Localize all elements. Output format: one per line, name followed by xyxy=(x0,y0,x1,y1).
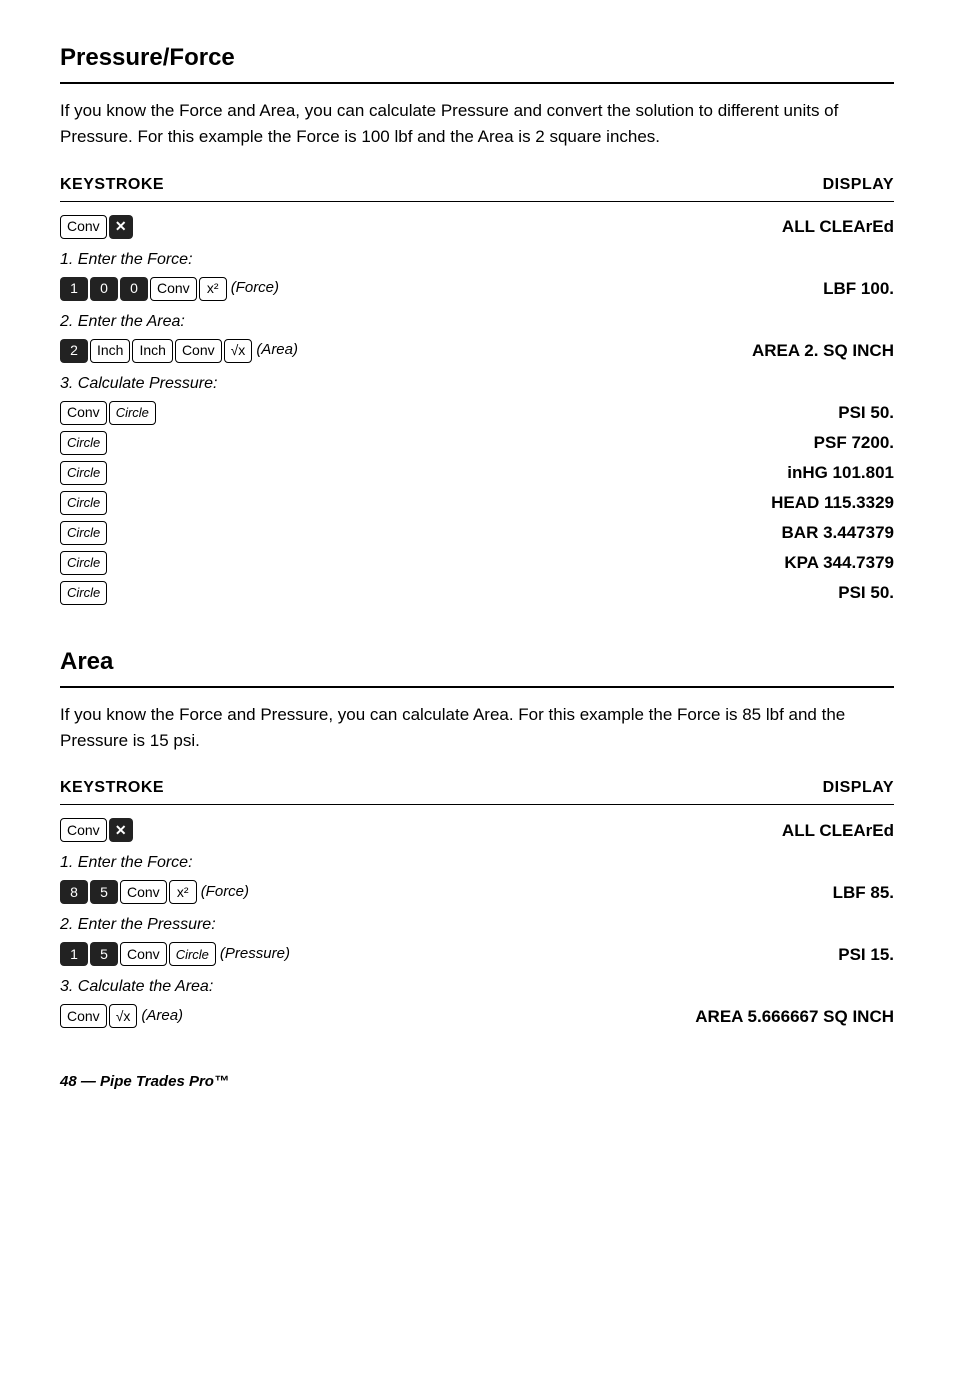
table-row: Circle KPA 344.7379 xyxy=(60,548,894,578)
circle-key[interactable]: Circle xyxy=(60,521,107,545)
keystroke-col: Conv ✕ xyxy=(60,215,644,239)
force-label: (Force) xyxy=(201,881,249,904)
table-row: 2 Inch Inch Conv √x (Area) AREA 2. SQ IN… xyxy=(60,336,894,366)
table-row: Circle HEAD 115.3329 xyxy=(60,488,894,518)
section-area: Area If you know the Force and Pressure,… xyxy=(60,644,894,1032)
table-row: Circle BAR 3.447379 xyxy=(60,518,894,548)
section2-description: If you know the Force and Pressure, you … xyxy=(60,702,894,755)
display-header-2: DISPLAY xyxy=(823,776,894,800)
area-label: (Area) xyxy=(256,339,298,362)
x2-key[interactable]: x² xyxy=(199,277,227,301)
keystroke-col: Circle xyxy=(60,461,644,485)
x-key[interactable]: ✕ xyxy=(109,818,133,842)
section2-table-header: KEYSTROKE DISPLAY xyxy=(60,776,894,805)
circle-key[interactable]: Circle xyxy=(60,581,107,605)
table-row: 1 0 0 Conv x² (Force) LBF 100. xyxy=(60,274,894,304)
area-label: (Area) xyxy=(141,1005,183,1028)
keystroke-header-2: KEYSTROKE xyxy=(60,776,164,800)
step3-label: 3. Calculate Pressure: xyxy=(60,372,894,396)
key-0a[interactable]: 0 xyxy=(90,277,118,301)
key-1[interactable]: 1 xyxy=(60,942,88,966)
display-value: LBF 85. xyxy=(644,880,894,906)
display-value: ALL CLEArEd xyxy=(644,818,894,844)
x2-key[interactable]: x² xyxy=(169,880,197,904)
pressure-label: (Pressure) xyxy=(220,943,290,966)
display-value: BAR 3.447379 xyxy=(644,520,894,546)
table-row: 8 5 Conv x² (Force) LBF 85. xyxy=(60,877,894,907)
sqrt-key[interactable]: √x xyxy=(109,1004,138,1028)
conv-key[interactable]: Conv xyxy=(60,1004,107,1028)
keystroke-col: 1 5 Conv Circle (Pressure) xyxy=(60,942,644,966)
display-value: KPA 344.7379 xyxy=(644,550,894,576)
key-5b[interactable]: 5 xyxy=(90,942,118,966)
sqrt-key[interactable]: √x xyxy=(224,339,253,363)
keystroke-col: Conv √x (Area) xyxy=(60,1004,644,1028)
conv-key[interactable]: Conv xyxy=(60,818,107,842)
step1-label-s2: 1. Enter the Force: xyxy=(60,851,894,875)
display-value: PSI 15. xyxy=(644,942,894,968)
step3-label-s2: 3. Calculate the Area: xyxy=(60,975,894,999)
keystroke-col: 2 Inch Inch Conv √x (Area) xyxy=(60,339,644,363)
display-value: PSI 50. xyxy=(644,580,894,606)
display-value: inHG 101.801 xyxy=(644,460,894,486)
section-pressure-force: Pressure/Force If you know the Force and… xyxy=(60,40,894,608)
keystroke-col: 1 0 0 Conv x² (Force) xyxy=(60,277,644,301)
key-5[interactable]: 5 xyxy=(90,880,118,904)
circle-key[interactable]: Circle xyxy=(60,431,107,455)
keystroke-col: Circle xyxy=(60,551,644,575)
footer: 48 — Pipe Trades Pro™ xyxy=(60,1071,894,1094)
table-row: Circle PSI 50. xyxy=(60,578,894,608)
key-1[interactable]: 1 xyxy=(60,277,88,301)
table-row: Conv Circle PSI 50. xyxy=(60,398,894,428)
keystroke-header-1: KEYSTROKE xyxy=(60,173,164,197)
display-header-1: DISPLAY xyxy=(823,173,894,197)
inch-key-a[interactable]: Inch xyxy=(90,339,130,363)
step2-label-s2: 2. Enter the Pressure: xyxy=(60,913,894,937)
section1-table-header: KEYSTROKE DISPLAY xyxy=(60,173,894,202)
table-row: 1 5 Conv Circle (Pressure) PSI 15. xyxy=(60,939,894,969)
display-value: ALL CLEArEd xyxy=(644,214,894,240)
circle-key[interactable]: Circle xyxy=(169,942,216,966)
display-value: PSI 50. xyxy=(644,400,894,426)
footer-text: 48 — Pipe Trades Pro™ xyxy=(60,1073,229,1090)
keystroke-col: Circle xyxy=(60,431,644,455)
conv-key[interactable]: Conv xyxy=(60,401,107,425)
section1-title: Pressure/Force xyxy=(60,40,894,84)
circle-key[interactable]: Circle xyxy=(60,491,107,515)
circle-key[interactable]: Circle xyxy=(109,401,156,425)
table-row: Circle inHG 101.801 xyxy=(60,458,894,488)
display-value: AREA 5.666667 SQ INCH xyxy=(644,1004,894,1030)
inch-key-b[interactable]: Inch xyxy=(132,339,172,363)
circle-key[interactable]: Circle xyxy=(60,551,107,575)
table-row: Conv √x (Area) AREA 5.666667 SQ INCH xyxy=(60,1001,894,1031)
force-label: (Force) xyxy=(231,277,279,300)
keystroke-col: Circle xyxy=(60,521,644,545)
table-row: Conv ✕ ALL CLEArEd xyxy=(60,815,894,845)
display-value: PSF 7200. xyxy=(644,430,894,456)
display-value: LBF 100. xyxy=(644,276,894,302)
x-key[interactable]: ✕ xyxy=(109,215,133,239)
conv-key[interactable]: Conv xyxy=(120,880,167,904)
circle-key[interactable]: Circle xyxy=(60,461,107,485)
conv-key[interactable]: Conv xyxy=(175,339,222,363)
section1-description: If you know the Force and Area, you can … xyxy=(60,98,894,151)
display-value: HEAD 115.3329 xyxy=(644,490,894,516)
display-value: AREA 2. SQ INCH xyxy=(644,338,894,364)
key-0b[interactable]: 0 xyxy=(120,277,148,301)
conv-key[interactable]: Conv xyxy=(120,942,167,966)
keystroke-col: Conv ✕ xyxy=(60,818,644,842)
keystroke-col: Conv Circle xyxy=(60,401,644,425)
key-2[interactable]: 2 xyxy=(60,339,88,363)
key-8[interactable]: 8 xyxy=(60,880,88,904)
keystroke-col: Circle xyxy=(60,581,644,605)
keystroke-col: 8 5 Conv x² (Force) xyxy=(60,880,644,904)
step2-label: 2. Enter the Area: xyxy=(60,310,894,334)
keystroke-col: Circle xyxy=(60,491,644,515)
table-row: Circle PSF 7200. xyxy=(60,428,894,458)
table-row: Conv ✕ ALL CLEArEd xyxy=(60,212,894,242)
conv-key[interactable]: Conv xyxy=(150,277,197,301)
section2-title: Area xyxy=(60,644,894,688)
step1-label: 1. Enter the Force: xyxy=(60,248,894,272)
conv-key[interactable]: Conv xyxy=(60,215,107,239)
